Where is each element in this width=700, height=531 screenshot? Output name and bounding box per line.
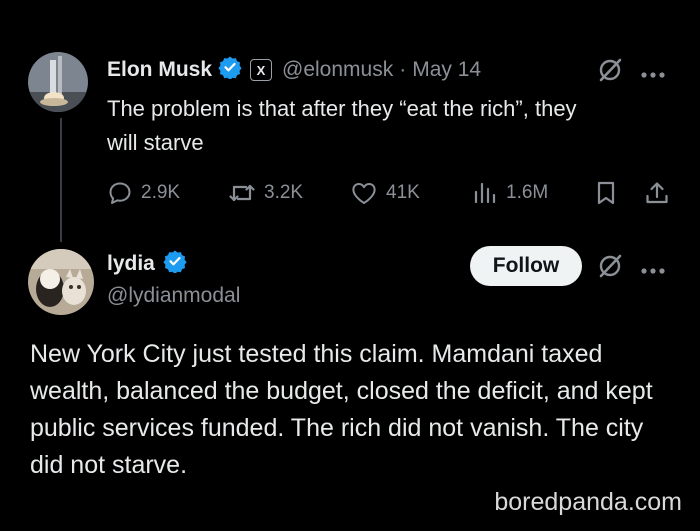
views-count: 1.6M xyxy=(506,182,549,203)
reply-header: lydia xyxy=(107,250,187,278)
views-icon xyxy=(472,180,498,206)
verified-icon xyxy=(218,55,242,85)
grok-icon[interactable] xyxy=(596,56,624,89)
elon-avatar[interactable] xyxy=(28,52,88,112)
thread-line xyxy=(60,118,62,242)
follow-button[interactable]: Follow xyxy=(470,246,582,286)
reply-icon xyxy=(107,180,133,206)
tweet-text: The problem is that after they “eat the … xyxy=(107,92,687,160)
like-icon xyxy=(350,180,378,206)
tweet-header: Elon Musk X @elonmusk · May 14 xyxy=(107,56,481,84)
reply-author-handle[interactable]: @lydianmodal xyxy=(107,284,240,308)
repost-action[interactable]: 3.2K xyxy=(228,180,303,206)
share-icon[interactable] xyxy=(644,180,670,211)
more-icon[interactable] xyxy=(640,66,666,84)
like-count: 41K xyxy=(386,182,420,203)
grok-icon[interactable] xyxy=(596,252,624,285)
header-separator: · xyxy=(399,58,407,81)
affiliate-badge[interactable]: X xyxy=(250,59,273,81)
reply-author-name[interactable]: lydia xyxy=(107,252,155,276)
bookmark-icon[interactable] xyxy=(594,180,618,211)
watermark: boredpanda.com xyxy=(494,488,682,516)
views-action[interactable]: 1.6M xyxy=(472,180,548,206)
reply-count: 2.9K xyxy=(141,182,181,203)
verified-icon xyxy=(163,249,187,279)
lydia-avatar[interactable] xyxy=(28,249,94,315)
repost-count: 3.2K xyxy=(264,182,304,203)
tweet-date[interactable]: May 14 xyxy=(412,58,481,82)
more-icon[interactable] xyxy=(640,262,666,280)
reply-action[interactable]: 2.9K xyxy=(107,180,180,206)
tweet-text-line1: The problem is that after they “eat the … xyxy=(107,96,577,121)
like-action[interactable]: 41K xyxy=(350,180,420,206)
tweet-text-line2: will starve xyxy=(107,130,204,155)
reply-text: New York City just tested this claim. Ma… xyxy=(30,340,653,479)
repost-icon xyxy=(228,180,256,206)
author-name[interactable]: Elon Musk xyxy=(107,58,212,82)
author-handle[interactable]: @elonmusk xyxy=(282,58,393,82)
